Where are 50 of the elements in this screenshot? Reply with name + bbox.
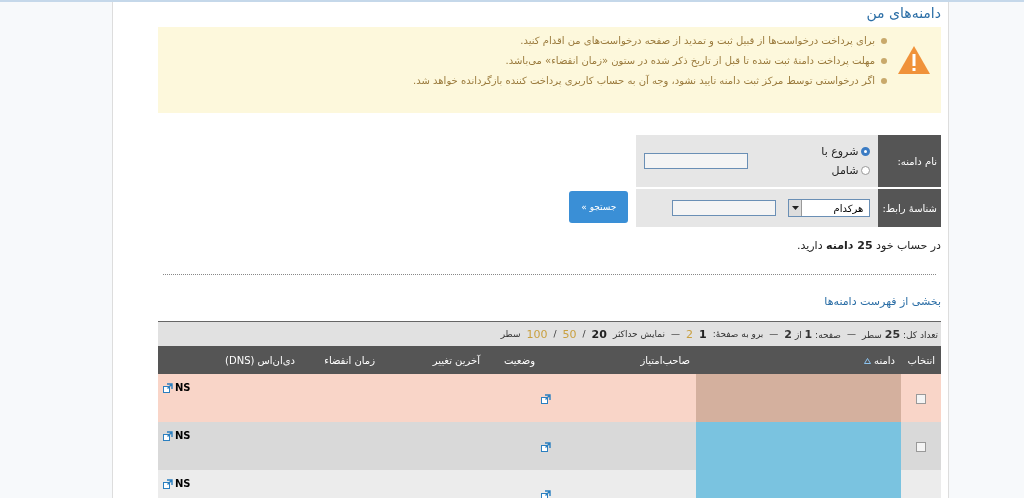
page-link[interactable]: 1 xyxy=(698,327,707,341)
column-header[interactable]: آخرین تغییر xyxy=(381,346,486,374)
account-summary: در حساب خود 25 دامنه دارید. xyxy=(795,239,941,252)
page-title: دامنه‌های من xyxy=(865,4,941,24)
external-link-icon[interactable] xyxy=(163,478,173,489)
notice-text: مهلت پرداخت دامنهٔ ثبت شده تا قبل از تاریخ ذکر شده در ستون «زمان انقضاء» می‌باشد. xyxy=(505,55,875,66)
show-label: نمایش حداکثر xyxy=(612,329,665,339)
external-link-icon[interactable] xyxy=(541,394,551,404)
column-header[interactable]: انتخاب xyxy=(901,346,941,374)
contact-id-field[interactable] xyxy=(672,200,777,216)
table-row[interactable]: NS xyxy=(158,470,941,498)
separator: — xyxy=(670,329,680,339)
dns-text: NS xyxy=(175,478,191,489)
external-link-icon[interactable] xyxy=(541,442,551,452)
external-link-icon[interactable] xyxy=(541,490,551,498)
separator: / xyxy=(553,329,557,339)
column-header[interactable]: صاحب‌امتیاز xyxy=(541,346,696,374)
page-size-link[interactable]: 20 xyxy=(591,327,607,341)
notice-text: برای پرداخت درخواست‌ها از قبیل ثبت و تمدید از صفحه درخواست‌های من اقدام کنید. xyxy=(520,35,875,46)
external-link-icon[interactable] xyxy=(163,382,173,393)
row-checkbox[interactable] xyxy=(916,394,926,404)
column-header[interactable]: زمان انقضاء xyxy=(301,346,381,374)
table-row[interactable]: NS xyxy=(158,422,941,470)
radio-option[interactable]: شامل xyxy=(760,164,871,177)
bullet-icon xyxy=(881,57,887,64)
field-label: شناسهٔ رابط: xyxy=(878,188,941,227)
notice-text: اگر درخواستی توسط مرکز ثبت دامنه تایید نشود، وجه آن به حساب کاربری پرداخت کننده بازگردانده خواهد شد. xyxy=(413,75,875,86)
separator: — xyxy=(769,329,779,339)
field-label: نام دامنه: xyxy=(878,135,941,188)
separator: / xyxy=(582,329,586,339)
dns-text: NS xyxy=(175,382,191,393)
contact-select[interactable]: هرکدام xyxy=(788,199,871,217)
dns-text: NS xyxy=(175,430,191,441)
sort-icon[interactable] xyxy=(864,357,872,364)
domain-name-field[interactable] xyxy=(644,153,749,169)
separator: — xyxy=(847,329,856,339)
caret-icon xyxy=(791,206,799,210)
column-header[interactable]: دامنه xyxy=(696,346,901,374)
list-title: بخشی از فهرست دامنه‌ها xyxy=(823,295,941,308)
radio-option[interactable]: شروع با xyxy=(760,145,871,158)
rows-label: سطر xyxy=(500,329,521,339)
row-checkbox[interactable] xyxy=(916,442,926,452)
external-link-icon[interactable] xyxy=(163,430,173,441)
column-header[interactable]: وضعیت xyxy=(486,346,541,374)
goto-label: برو به صفحهٔ: xyxy=(712,329,764,339)
warning-icon xyxy=(897,45,931,75)
column-header[interactable]: دی‌ان‌اس (DNS) xyxy=(158,346,301,374)
bullet-icon xyxy=(881,37,887,44)
table-row[interactable]: NS xyxy=(158,374,941,422)
bullet-icon xyxy=(881,77,887,84)
